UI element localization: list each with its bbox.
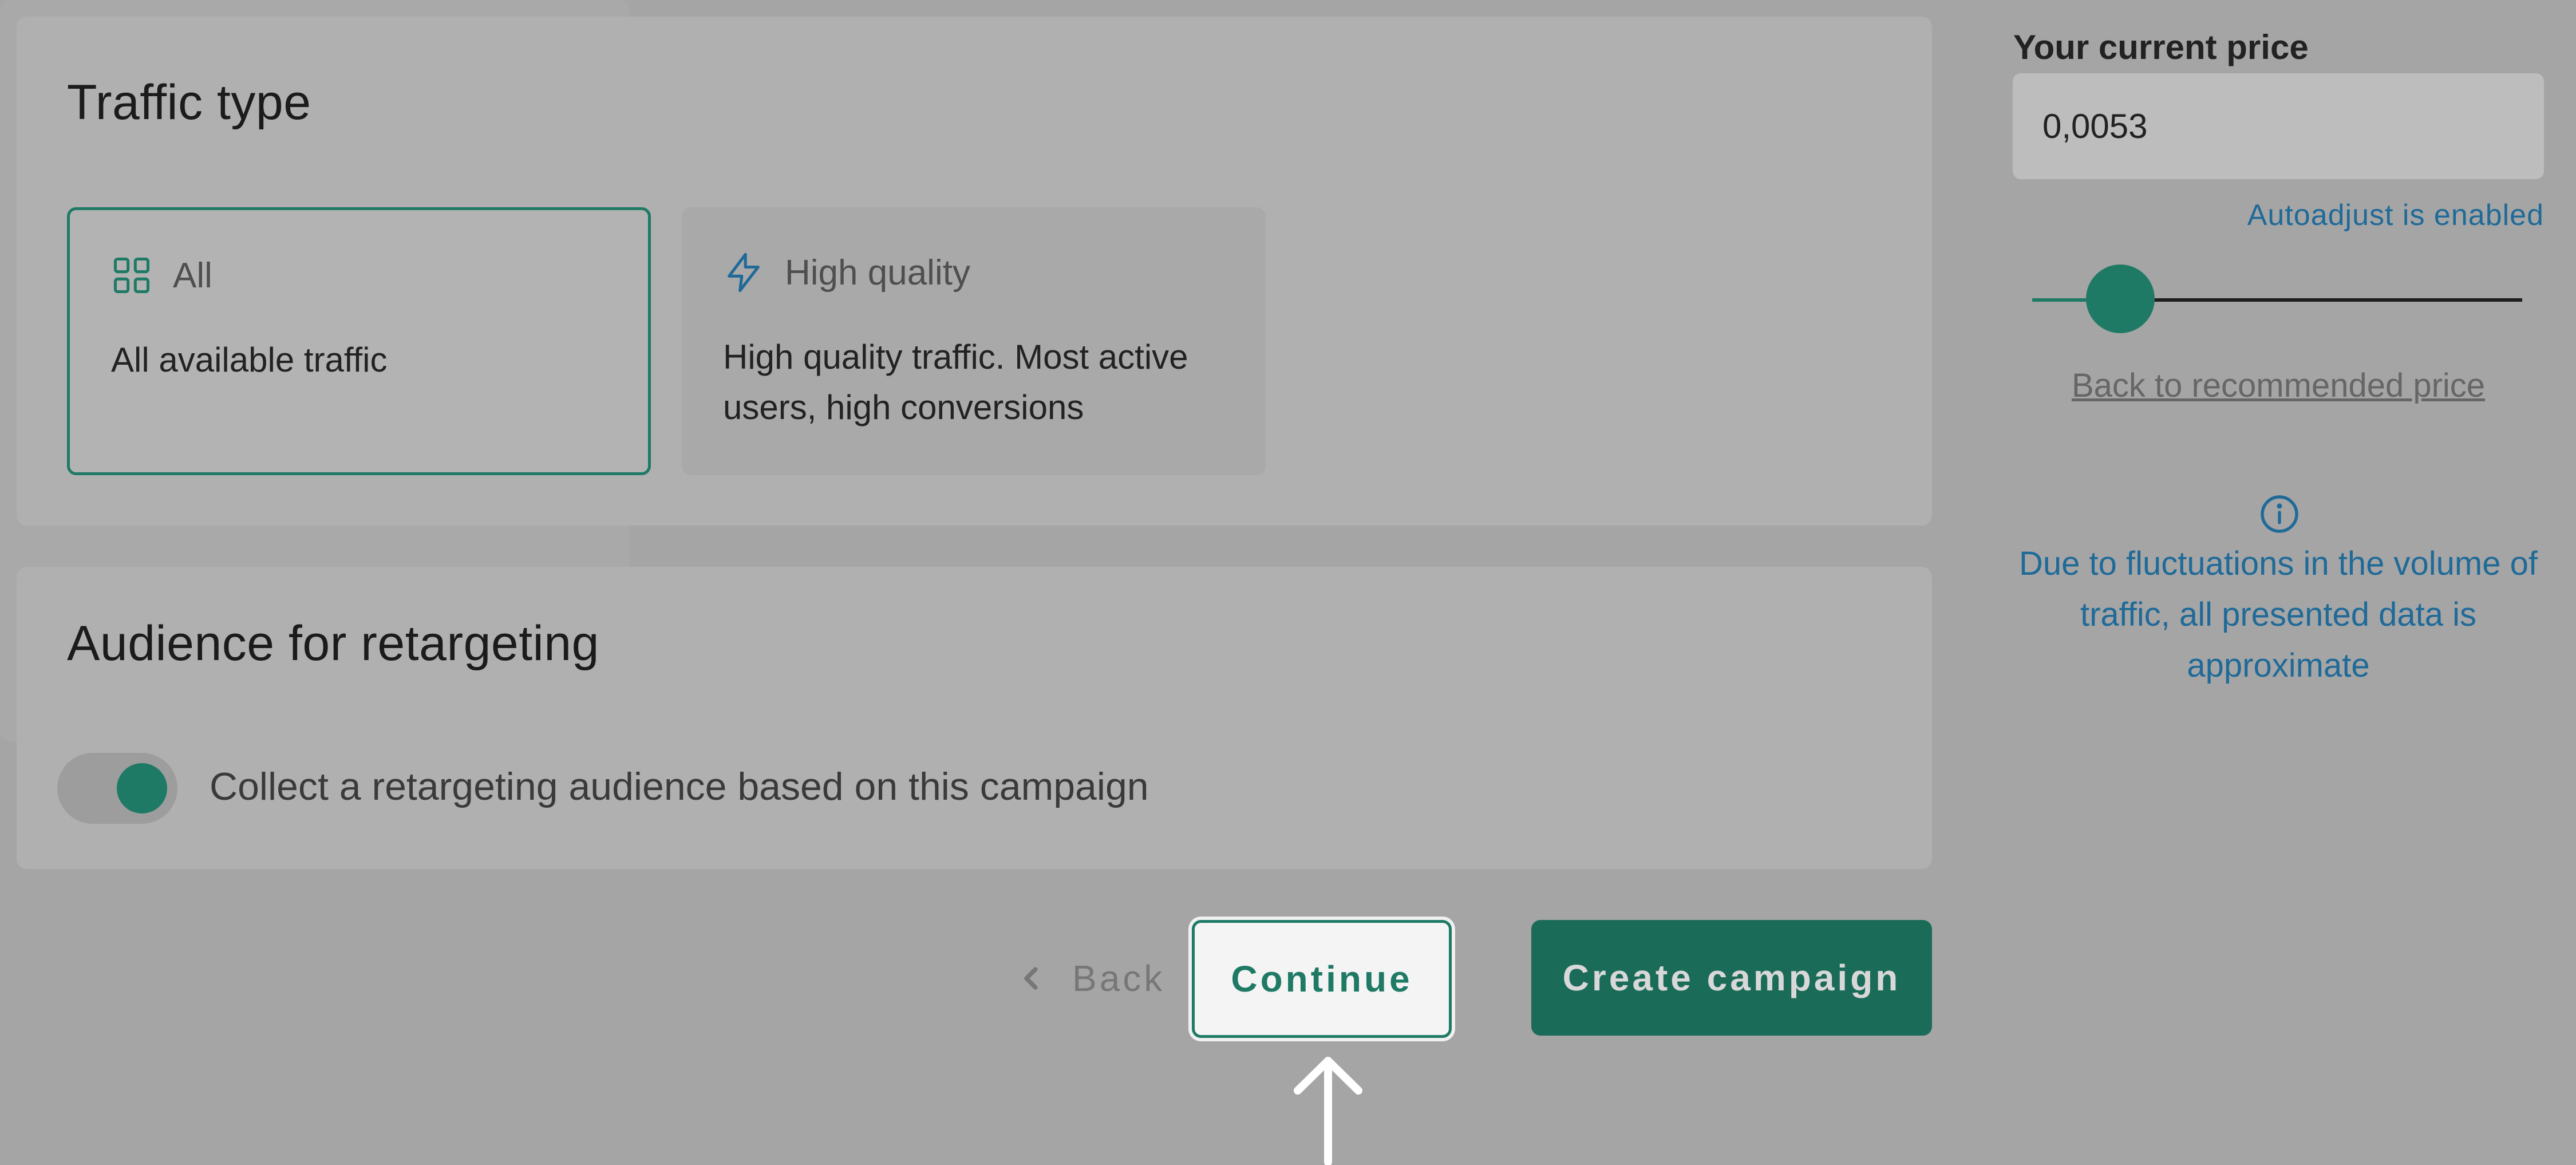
- current-price-label: Your current price: [2013, 28, 2309, 66]
- info-disclaimer: Due to fluctuations in the volume of tra…: [2019, 545, 2538, 684]
- back-button-label: Back: [1072, 958, 1165, 999]
- traffic-option-label: All: [173, 255, 212, 295]
- traffic-option-label: High quality: [785, 252, 970, 293]
- price-slider[interactable]: [2032, 264, 2522, 335]
- toggle-knob: [117, 763, 167, 813]
- back-to-recommended-link[interactable]: Back to recommended price: [2013, 366, 2544, 405]
- pointer-arrow-icon: [1294, 1057, 1362, 1165]
- traffic-type-title: Traffic type: [67, 75, 311, 130]
- traffic-option-all[interactable]: All All available traffic: [67, 207, 651, 475]
- chevron-left-icon: [1024, 967, 1038, 990]
- current-price-input[interactable]: [2013, 73, 2544, 179]
- create-campaign-button[interactable]: Create campaign: [1531, 920, 1932, 1036]
- lightning-icon: [728, 252, 760, 293]
- retargeting-toggle[interactable]: [57, 753, 177, 824]
- autoadjust-status[interactable]: Autoadjust is enabled: [2247, 198, 2544, 232]
- back-button[interactable]: Back: [1016, 957, 1165, 1000]
- retargeting-panel: [17, 567, 1932, 869]
- grid-icon: [113, 257, 150, 294]
- info-icon: [2261, 495, 2298, 533]
- traffic-option-description: All available traffic: [111, 341, 388, 379]
- slider-thumb[interactable]: [2086, 264, 2155, 333]
- traffic-option-high-quality[interactable]: High quality High quality traffic. Most …: [682, 207, 1266, 475]
- traffic-option-description: High quality traffic. Most active users,…: [723, 338, 1188, 426]
- retargeting-toggle-label: Collect a retargeting audience based on …: [210, 765, 1149, 808]
- retargeting-title: Audience for retargeting: [67, 616, 599, 671]
- continue-button[interactable]: Continue: [1192, 920, 1452, 1038]
